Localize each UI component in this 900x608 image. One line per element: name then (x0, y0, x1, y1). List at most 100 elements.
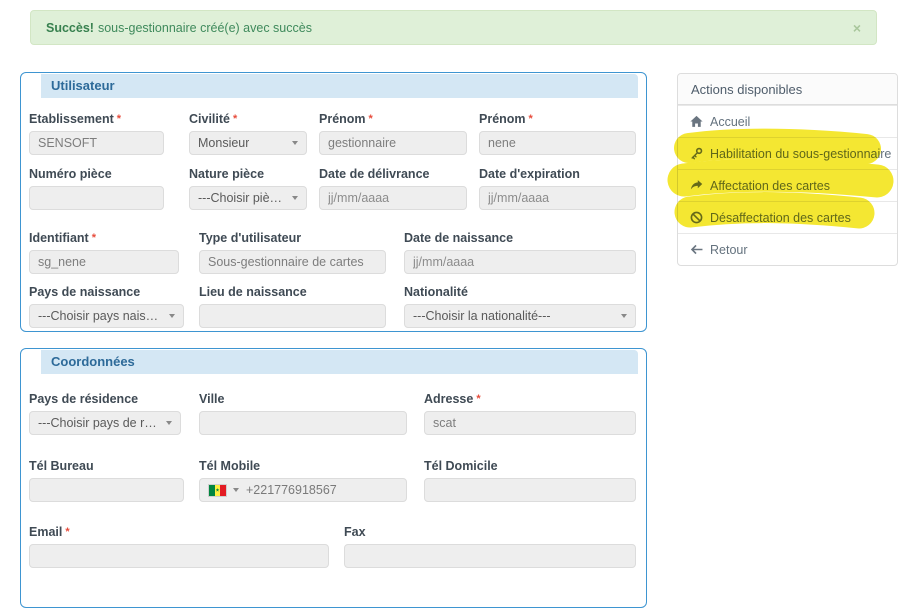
field-label: Identifiant* (29, 230, 179, 246)
arrow-left-icon (690, 243, 703, 256)
field-label: Date d'expiration (479, 166, 636, 182)
prenom-2-input[interactable] (479, 131, 636, 155)
field-pays-naissance: Pays de naissance ---Choisir pays naissa… (29, 284, 184, 328)
field-label: Etablissement* (29, 111, 164, 127)
etablissement-input[interactable] (29, 131, 164, 155)
prenom-input[interactable] (319, 131, 467, 155)
required-marker: * (233, 113, 237, 125)
tel-bureau-input[interactable] (29, 478, 184, 502)
required-marker: * (529, 113, 533, 125)
chevron-down-icon (292, 196, 298, 200)
field-date-naissance: Date de naissance (404, 230, 636, 274)
coordinates-legend: Coordonnées (41, 350, 638, 374)
field-pays-residence: Pays de résidence ---Choisir pays de rés… (29, 391, 181, 435)
chevron-down-icon (233, 488, 239, 492)
senegal-flag-icon[interactable] (208, 484, 227, 497)
user-row-2: Numéro pièce Nature pièce ---Choisir piè… (29, 166, 638, 210)
chevron-down-icon (292, 141, 298, 145)
action-label: Habilitation du sous-gestionnaire (710, 147, 891, 161)
chevron-down-icon (621, 314, 627, 318)
nationalite-select[interactable]: ---Choisir la nationalité--- (404, 304, 636, 328)
field-identifiant: Identifiant* (29, 230, 179, 274)
alert-message: sous-gestionnaire créé(e) avec succès (98, 21, 312, 35)
ville-input[interactable] (199, 411, 407, 435)
nature-piece-select[interactable]: ---Choisir pièce--- (189, 186, 307, 210)
user-row-3: Identifiant* Type d'utilisateur Date de … (29, 230, 638, 274)
field-label: Date de délivrance (319, 166, 467, 182)
field-date-expiration: Date d'expiration (479, 166, 636, 210)
action-item-affectation[interactable]: Affectation des cartes (678, 169, 897, 201)
field-label: Nationalité (404, 284, 636, 300)
action-label: Retour (710, 243, 748, 257)
field-numero-piece: Numéro pièce (29, 166, 164, 210)
close-icon[interactable]: × (853, 21, 861, 35)
field-type-utilisateur: Type d'utilisateur (199, 230, 386, 274)
coord-row-2: Tél Bureau Tél Mobile +221776918567 Tél … (29, 458, 638, 502)
lieu-naissance-input[interactable] (199, 304, 386, 328)
coord-row-1: Pays de résidence ---Choisir pays de rés… (29, 391, 638, 435)
actions-panel-title: Actions disponibles (678, 74, 897, 105)
field-label: Date de naissance (404, 230, 636, 246)
field-label: Ville (199, 391, 407, 407)
field-civilite: Civilité* Monsieur (189, 111, 307, 155)
field-adresse: Adresse* (424, 391, 636, 435)
field-tel-bureau: Tél Bureau (29, 458, 184, 502)
field-label: Tél Bureau (29, 458, 184, 474)
required-marker: * (117, 113, 121, 125)
field-label: Pays de naissance (29, 284, 184, 300)
field-label: Civilité* (189, 111, 307, 127)
field-label: Numéro pièce (29, 166, 164, 182)
key-icon (690, 147, 703, 160)
alert-title: Succès! (46, 21, 94, 35)
tel-domicile-input[interactable] (424, 478, 636, 502)
coord-row-3: Email* Fax (29, 524, 638, 568)
adresse-input[interactable] (424, 411, 636, 435)
field-label: Prénom* (319, 111, 467, 127)
actions-panel: Actions disponibles Accueil Habilitation… (677, 73, 898, 266)
civilite-select[interactable]: Monsieur (189, 131, 307, 155)
field-fax: Fax (344, 524, 636, 568)
user-fieldset: Utilisateur Etablissement* Civilité* Mon… (20, 72, 647, 332)
user-row-1: Etablissement* Civilité* Monsieur Prénom… (29, 111, 638, 155)
phone-number: +221776918567 (246, 483, 337, 497)
action-item-retour[interactable]: Retour (678, 233, 897, 265)
field-label: Lieu de naissance (199, 284, 386, 300)
field-date-delivrance: Date de délivrance (319, 166, 467, 210)
date-naissance-input[interactable] (404, 250, 636, 274)
coordinates-fieldset: Coordonnées Pays de résidence ---Choisir… (20, 348, 647, 608)
numero-piece-input[interactable] (29, 186, 164, 210)
identifiant-input[interactable] (29, 250, 179, 274)
field-email: Email* (29, 524, 329, 568)
field-prenom: Prénom* (319, 111, 467, 155)
action-item-accueil[interactable]: Accueil (678, 105, 897, 137)
field-label: Pays de résidence (29, 391, 181, 407)
action-item-desaffectation[interactable]: Désaffectation des cartes (678, 201, 897, 233)
field-ville: Ville (199, 391, 407, 435)
field-tel-mobile: Tél Mobile +221776918567 (199, 458, 407, 502)
ban-icon (690, 211, 703, 224)
field-label: Prénom* (479, 111, 636, 127)
field-tel-domicile: Tél Domicile (424, 458, 636, 502)
chevron-down-icon (169, 314, 175, 318)
email-input[interactable] (29, 544, 329, 568)
chevron-down-icon (166, 421, 172, 425)
required-marker: * (369, 113, 373, 125)
date-delivrance-input[interactable] (319, 186, 467, 210)
pays-residence-select[interactable]: ---Choisir pays de réside... (29, 411, 181, 435)
user-legend: Utilisateur (41, 74, 638, 98)
success-alert: Succès! sous-gestionnaire créé(e) avec s… (30, 10, 877, 45)
fax-input[interactable] (344, 544, 636, 568)
required-marker: * (476, 393, 480, 405)
action-label: Désaffectation des cartes (710, 211, 851, 225)
field-nationalite: Nationalité ---Choisir la nationalité--- (404, 284, 636, 328)
action-item-habilitation[interactable]: Habilitation du sous-gestionnaire (678, 137, 897, 169)
home-icon (690, 115, 703, 128)
field-label: Nature pièce (189, 166, 307, 182)
tel-mobile-input[interactable]: +221776918567 (199, 478, 407, 502)
date-expiration-input[interactable] (479, 186, 636, 210)
field-label: Tél Mobile (199, 458, 407, 474)
action-label: Affectation des cartes (710, 179, 830, 193)
user-row-4: Pays de naissance ---Choisir pays naissa… (29, 284, 638, 328)
type-utilisateur-input[interactable] (199, 250, 386, 274)
pays-naissance-select[interactable]: ---Choisir pays naissance-- (29, 304, 184, 328)
